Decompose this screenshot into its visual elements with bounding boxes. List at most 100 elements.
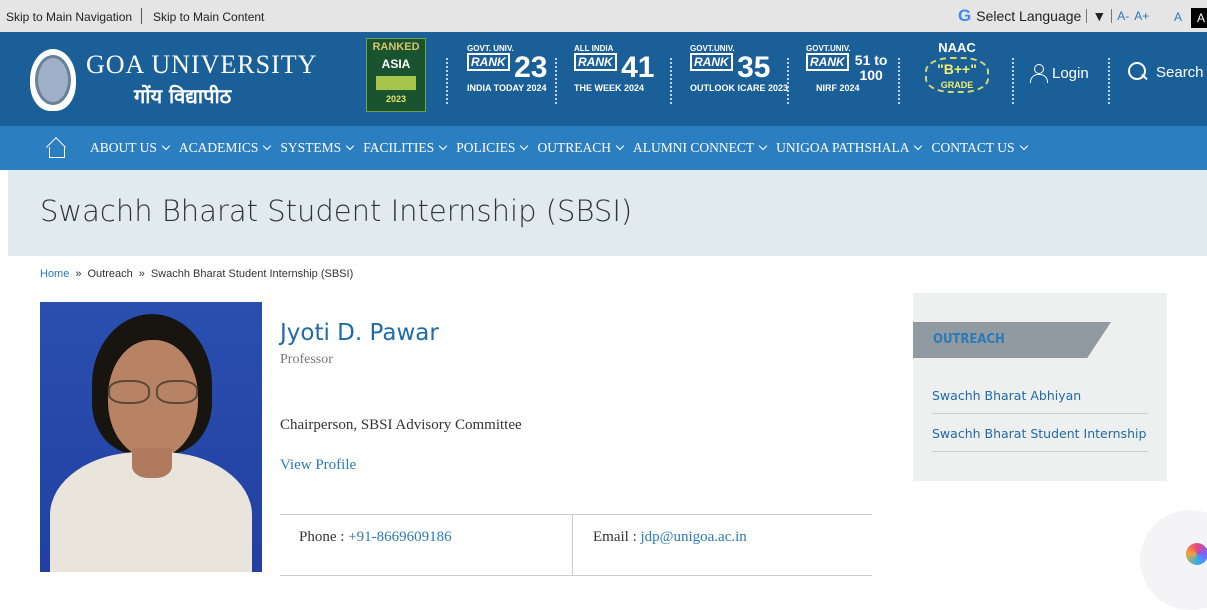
naac-badge: NAAC "B++" GRADE (916, 40, 998, 93)
nav-item-contact-us[interactable]: CONTACT US (931, 140, 1028, 156)
nav-item-systems[interactable]: SYSTEMS (280, 140, 355, 156)
user-icon (1030, 64, 1048, 83)
divider (1012, 58, 1014, 104)
search-icon (1128, 62, 1148, 82)
divider (1111, 9, 1113, 23)
chatbot-icon[interactable] (1186, 543, 1207, 565)
emblem-icon (35, 55, 71, 105)
email-link[interactable]: jdp@unigoa.ac.in (641, 529, 747, 545)
ranking-caption: OUTLOOK ICARE 2023 (690, 83, 789, 93)
sidebar-link-sbsi[interactable]: Swachh Bharat Student Internship (932, 426, 1148, 452)
nav-item-facilities[interactable]: FACILITIES (363, 140, 448, 156)
nav-label: SYSTEMS (280, 140, 342, 155)
breadcrumb-separator: » (75, 268, 82, 280)
ranking-caption: NIRF 2024 (816, 83, 860, 93)
chevron-down-icon (438, 141, 448, 151)
sidebar-heading: OUTREACH (913, 322, 1111, 358)
nav-label: FACILITIES (363, 140, 435, 155)
university-name: GOA UNIVERSITY (86, 50, 318, 79)
login-button[interactable]: Login (1030, 64, 1089, 83)
breadcrumb-outreach: Outreach (87, 268, 133, 280)
high-contrast-button[interactable]: A (1191, 8, 1207, 28)
year-label: 2023 (385, 94, 407, 104)
chevron-down-icon (263, 141, 272, 151)
skip-to-content-link[interactable]: Skip to Main Content (153, 10, 264, 24)
nav-label: ABOUT US (90, 140, 157, 155)
font-decrease-button[interactable]: A- (1117, 9, 1129, 23)
chevron-down-icon (615, 141, 625, 151)
chevron-down-icon (161, 141, 171, 151)
font-increase-button[interactable]: A+ (1134, 9, 1149, 23)
phone-link[interactable]: +91-8669609186 (348, 529, 451, 545)
profile-designation: Professor (280, 352, 333, 367)
ranking-caption: INDIA TODAY 2024 (467, 83, 547, 93)
nav-item-about-us[interactable]: ABOUT US (90, 140, 171, 156)
ranking-logo-icon (376, 76, 416, 90)
region-label: ASIA (381, 57, 411, 71)
chevron-down-icon (345, 141, 355, 151)
profile-name: Jyoti D. Pawar (280, 320, 439, 346)
search-label: Search (1156, 63, 1204, 81)
rank-label: RANK (806, 53, 849, 71)
nav-label: ALUMNI CONNECT (632, 140, 755, 155)
email-label: Email : (593, 529, 637, 545)
nav-label: OUTREACH (537, 140, 611, 155)
nav-label: ACADEMICS (178, 140, 259, 155)
rank-value: 51 to 100 (854, 52, 888, 83)
main-navigation: ABOUT US ACADEMICS SYSTEMS FACILITIES PO… (0, 126, 1207, 170)
rank-label: RANK (467, 53, 510, 71)
rank-value: 41 (621, 51, 655, 84)
ranked-asia-badge: RANKED ASIA 2023 (366, 38, 426, 112)
nav-item-alumni-connect[interactable]: ALUMNI CONNECT (632, 140, 768, 156)
sidebar-heading-label: OUTREACH (933, 332, 1005, 347)
google-translate-icon: G (958, 6, 972, 25)
rank-value: 23 (514, 51, 548, 84)
rank-value: 35 (737, 51, 771, 84)
nav-label: CONTACT US (931, 140, 1015, 155)
divider (898, 58, 900, 104)
language-selector[interactable]: G Select Language ▼ A- A+ (958, 6, 1149, 25)
chevron-down-icon (914, 141, 923, 151)
skip-to-navigation-link[interactable]: Skip to Main Navigation (6, 10, 132, 24)
dropdown-arrow-icon: ▼ (1092, 8, 1107, 24)
grade-label: GRADE (940, 80, 974, 90)
breadcrumb: Home » Outreach » Swachh Bharat Student Inte… (40, 268, 353, 280)
home-icon[interactable] (46, 138, 66, 158)
naac-title: NAAC (938, 40, 976, 55)
nav-item-outreach[interactable]: OUTREACH (537, 140, 625, 156)
university-logo[interactable] (30, 49, 76, 111)
divider (787, 58, 789, 104)
sidebar-link-swachh-bharat-abhiyan[interactable]: Swachh Bharat Abhiyan (932, 388, 1148, 414)
ranking-badge: GOVT.UNIV. RANK 51 to 100 NIRF 2024 (806, 44, 889, 108)
nav-item-policies[interactable]: POLICIES (456, 140, 529, 156)
nav-item-academics[interactable]: ACADEMICS (178, 140, 272, 156)
phone-label: Phone : (299, 529, 345, 545)
divider (572, 515, 573, 576)
chevron-down-icon (520, 141, 529, 151)
view-profile-link[interactable]: View Profile (280, 457, 356, 474)
utility-bar: Skip to Main Navigation Skip to Main Con… (0, 0, 1207, 32)
search-button[interactable]: Search (1128, 62, 1204, 82)
breadcrumb-separator: » (138, 268, 145, 280)
university-name-hindi: गोंय विद्यापीठ (134, 84, 232, 108)
page-title: Swachh Bharat Student Internship (SBSI) (40, 194, 633, 228)
font-normal-button[interactable]: A (1174, 10, 1182, 24)
ranking-caption: THE WEEK 2024 (574, 83, 645, 93)
contact-info: Phone : +91-8669609186 Email : jdp@unigo… (280, 514, 872, 576)
site-header: GOA UNIVERSITY गोंय विद्यापीठ RANKED ASI… (0, 32, 1207, 126)
phone-field: Phone : +91-8669609186 (299, 529, 452, 546)
naac-grade: "B++" GRADE (925, 57, 989, 93)
language-label: Select Language (976, 8, 1082, 24)
chevron-down-icon (1019, 141, 1028, 151)
rank-label: RANK (690, 53, 733, 71)
ranking-badge: ALL INDIA RANK 41 THE WEEK 2024 (574, 44, 655, 108)
nav-item-unigoa-pathshala[interactable]: UNIGOA PATHSHALA (776, 140, 923, 156)
sidebar: OUTREACH Swachh Bharat Abhiyan Swachh Bh… (913, 293, 1167, 481)
divider (446, 58, 448, 104)
login-label: Login (1052, 64, 1089, 82)
profile-role: Chairperson, SBSI Advisory Committee (280, 417, 522, 433)
breadcrumb-current: Swachh Bharat Student Internship (SBSI) (150, 268, 354, 280)
rank-label: RANK (574, 53, 617, 71)
breadcrumb-home[interactable]: Home (40, 268, 69, 280)
email-field: Email : jdp@unigoa.ac.in (593, 529, 747, 546)
